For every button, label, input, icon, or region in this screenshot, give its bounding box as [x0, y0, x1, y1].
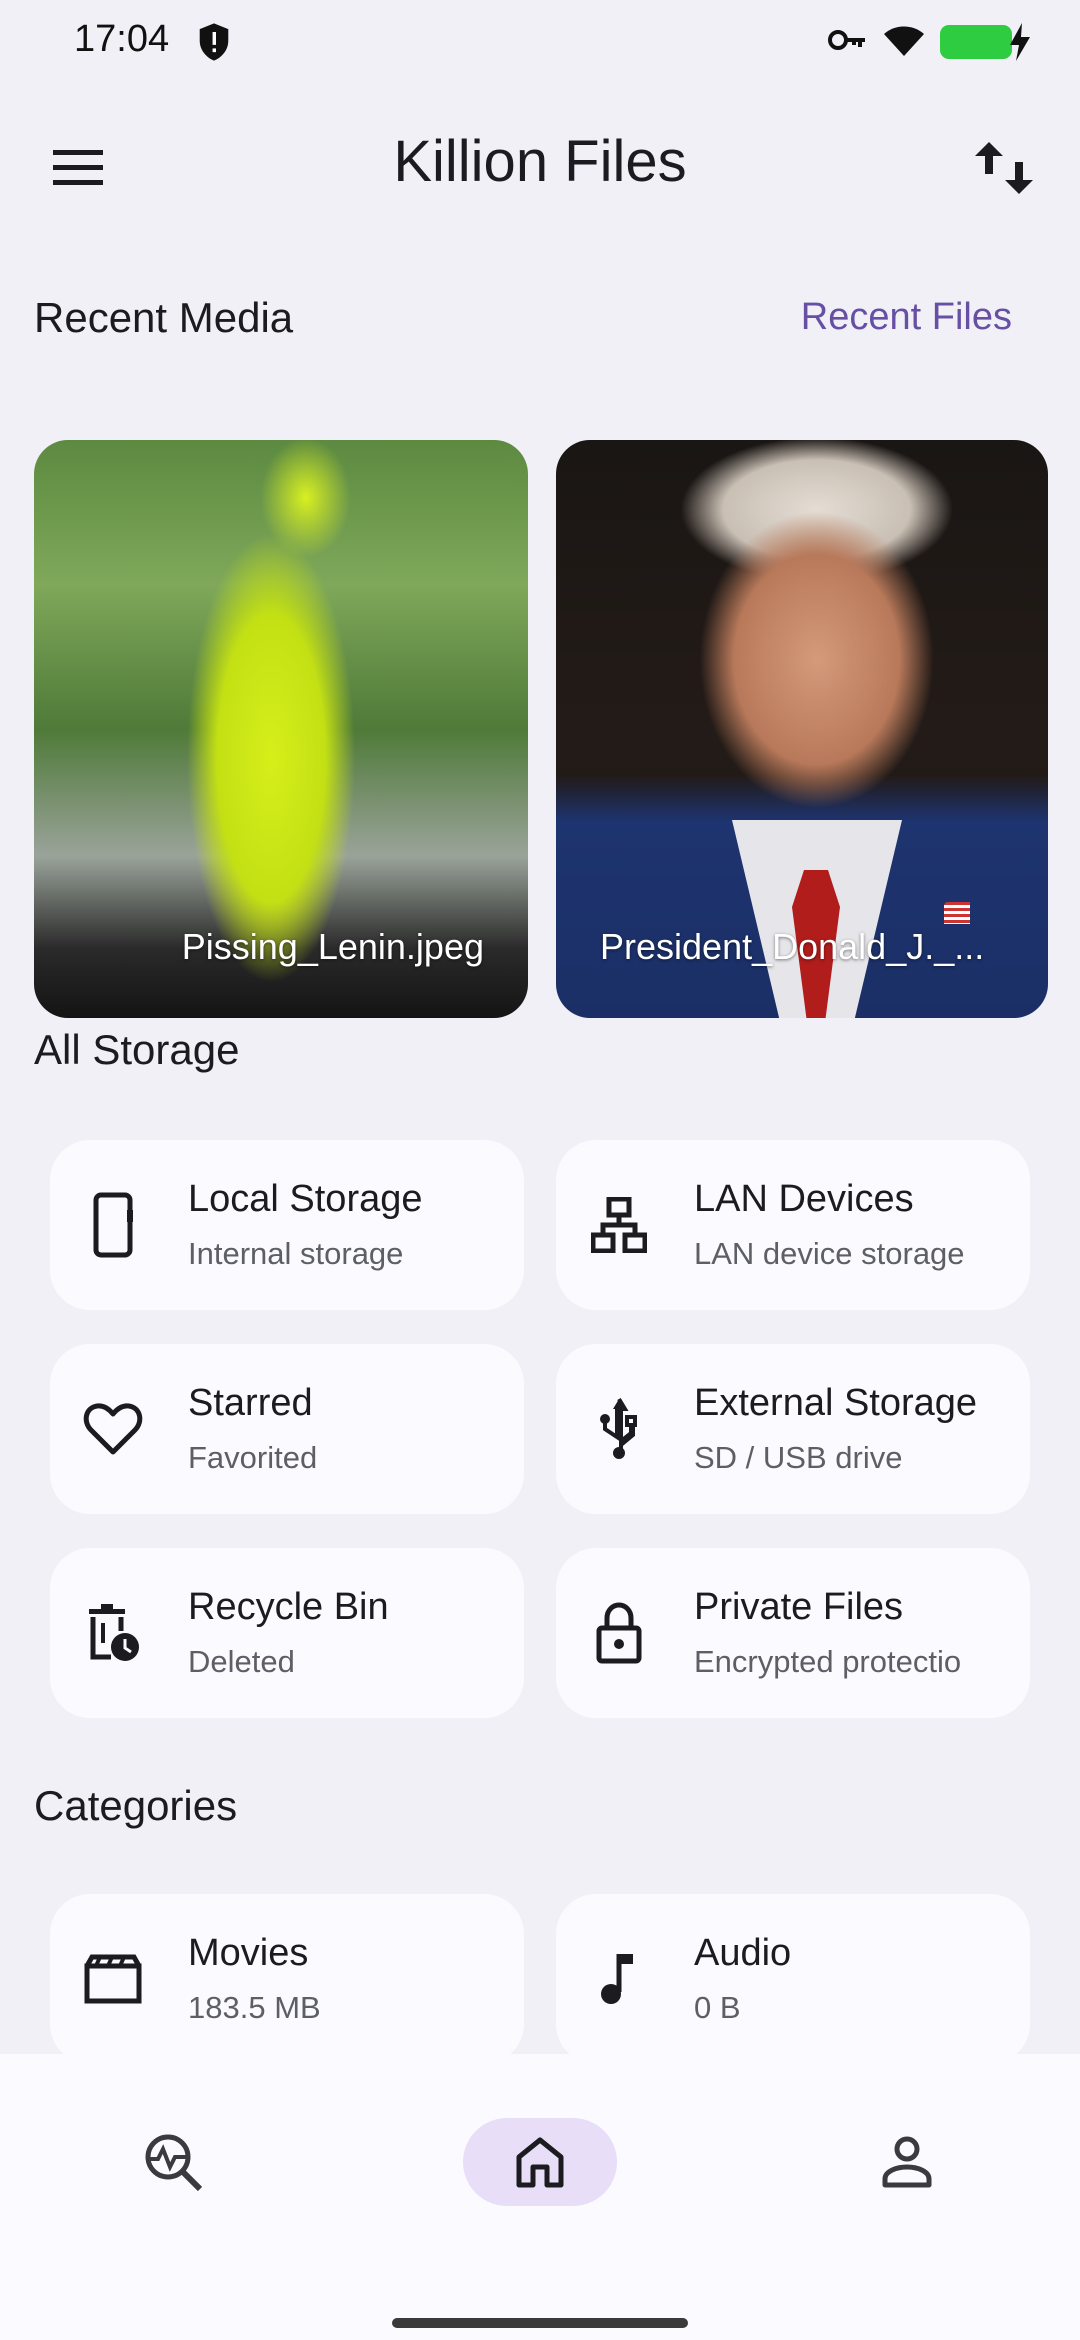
nav-home-button[interactable] — [463, 2118, 617, 2206]
tile-title: Audio — [694, 1932, 792, 1974]
tile-subtitle: Encrypted protectio — [694, 1644, 962, 1679]
tile-subtitle: 0 B — [694, 1990, 741, 2025]
tile-subtitle: LAN device storage — [694, 1236, 965, 1271]
category-tile-movies[interactable]: Movies 183.5 MB — [50, 1894, 524, 2064]
home-indicator[interactable] — [392, 2318, 688, 2328]
recent-files-link[interactable]: Recent Files — [801, 296, 1012, 339]
categories-title: Categories — [34, 1782, 238, 1829]
nav-profile-button[interactable] — [830, 2118, 984, 2206]
media-label: Pissing_Lenin.jpeg — [181, 926, 484, 967]
tile-title: Starred — [188, 1382, 313, 1424]
tile-title: Recycle Bin — [188, 1586, 389, 1628]
storage-tile-private[interactable]: Private Files Encrypted protectio — [556, 1548, 1030, 1718]
sort-button[interactable] — [964, 128, 1044, 208]
app-title: Killion Files — [393, 129, 687, 194]
status-icons — [828, 22, 1030, 63]
swap-vert-icon — [975, 142, 1033, 194]
media-photo-detail — [944, 902, 970, 924]
shield-icon — [196, 22, 232, 62]
tile-subtitle: Favorited — [188, 1440, 318, 1475]
storage-tile-starred[interactable]: Starred Favorited — [50, 1344, 524, 1514]
battery-charging-icon — [940, 23, 1030, 61]
analytics-search-icon — [145, 2134, 203, 2192]
tile-title: Movies — [188, 1932, 309, 1974]
media-card-1[interactable]: Pissing_Lenin.jpeg — [34, 440, 528, 1018]
storage-tile-local[interactable]: Local Storage Internal storage — [50, 1140, 524, 1310]
music-note-icon — [586, 1946, 652, 2012]
tile-title: External Storage — [694, 1382, 978, 1424]
tile-subtitle: SD / USB drive — [694, 1440, 903, 1475]
storage-tile-external[interactable]: External Storage SD / USB drive — [556, 1344, 1030, 1514]
tile-subtitle: Internal storage — [188, 1236, 404, 1271]
category-tile-audio[interactable]: Audio 0 B — [556, 1894, 1030, 2064]
home-icon — [516, 2137, 564, 2188]
storage-tile-lan[interactable]: LAN Devices LAN device storage — [556, 1140, 1030, 1310]
lan-icon — [586, 1192, 652, 1258]
phone-icon — [80, 1192, 146, 1258]
recycle-bin-icon — [80, 1600, 146, 1666]
person-icon — [882, 2136, 932, 2188]
vpn-key-icon — [828, 25, 868, 60]
media-label: President_Donald_J._... — [600, 926, 985, 967]
lock-icon — [586, 1600, 652, 1666]
tile-subtitle: 183.5 MB — [188, 1990, 321, 2025]
wifi-icon — [882, 22, 926, 63]
usb-icon — [586, 1396, 652, 1462]
media-card-2[interactable]: President_Donald_J._... — [556, 440, 1048, 1018]
status-time: 17:04 — [74, 18, 170, 60]
tile-subtitle: Deleted — [188, 1644, 295, 1679]
recent-media-title: Recent Media — [34, 294, 294, 341]
all-storage-title: All Storage — [34, 1026, 240, 1073]
heart-icon — [80, 1396, 146, 1462]
movie-icon — [80, 1946, 146, 2012]
tile-title: Private Files — [694, 1586, 904, 1628]
storage-tile-recycle[interactable]: Recycle Bin Deleted — [50, 1548, 524, 1718]
tile-title: LAN Devices — [694, 1178, 914, 1220]
tile-title: Local Storage — [188, 1178, 423, 1220]
nav-analytics-button[interactable] — [96, 2118, 250, 2206]
